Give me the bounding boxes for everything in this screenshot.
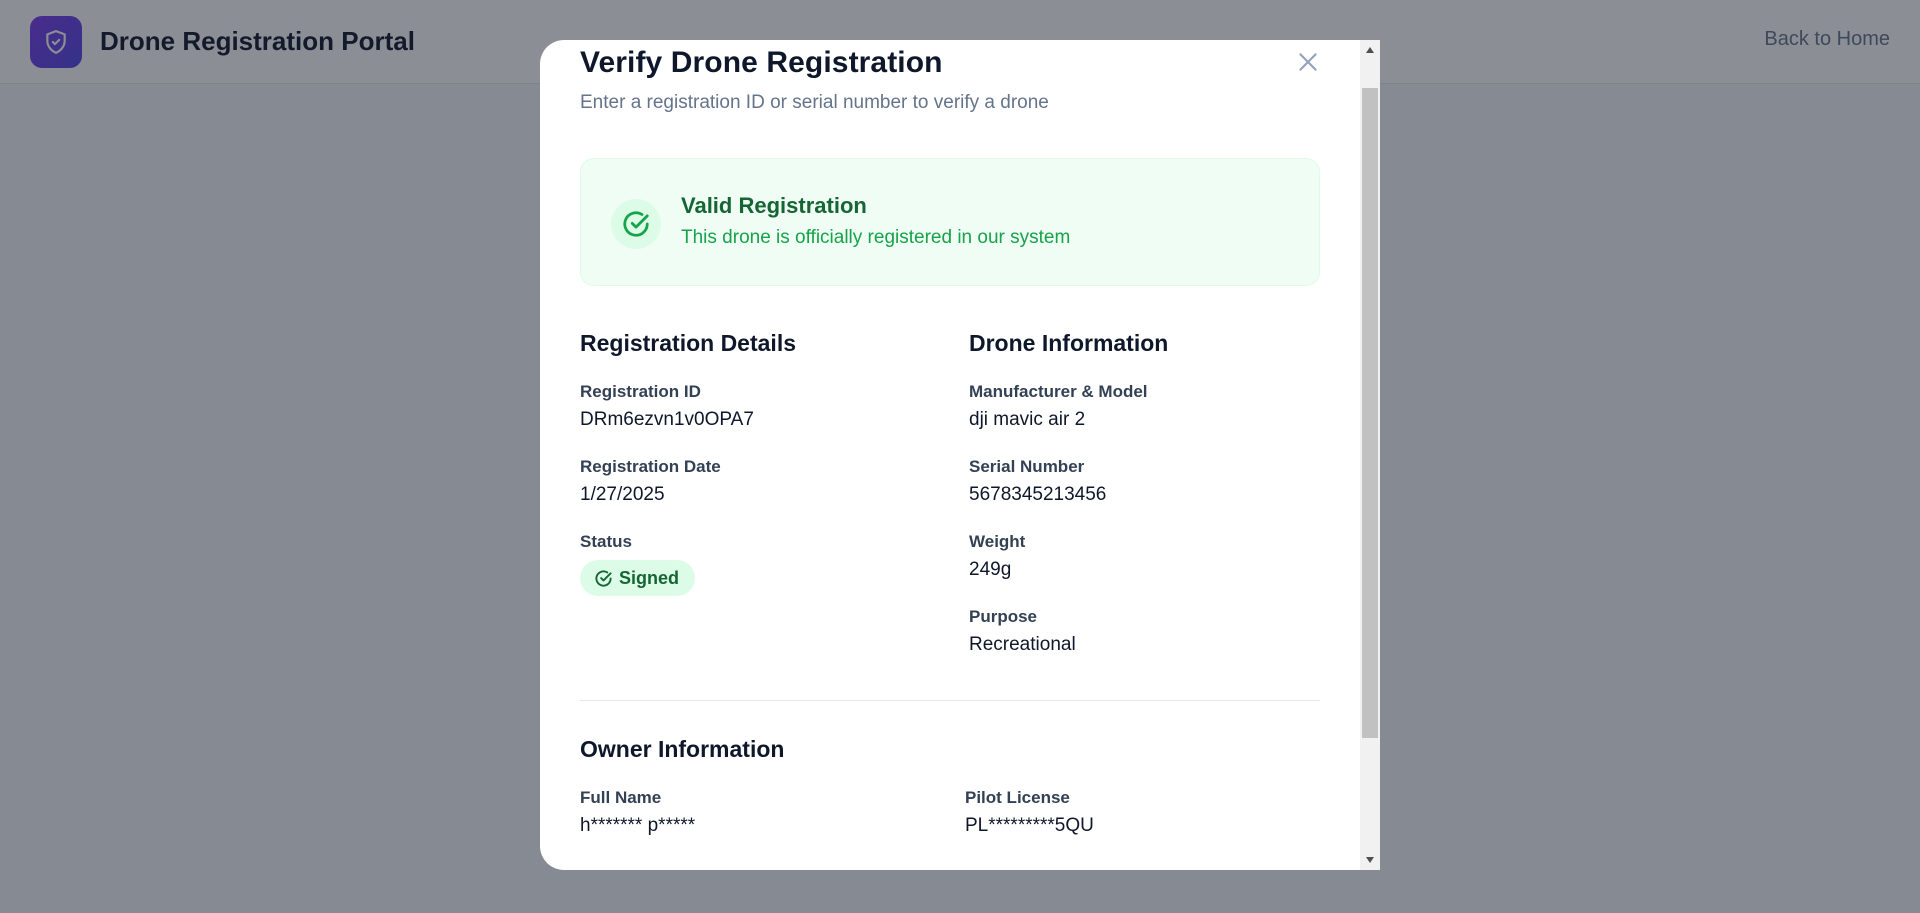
status-label: Status (580, 532, 632, 551)
weight-label: Weight (969, 532, 1026, 551)
purpose-value: Recreational (969, 634, 1076, 655)
check-circle-icon (623, 211, 649, 237)
valid-icon-circle (611, 199, 661, 249)
serial-number-label: Serial Number (969, 457, 1085, 476)
section-divider (580, 700, 1320, 701)
modal-content: Verify Drone Registration Enter a regist… (540, 40, 1360, 870)
model-value: dji mavic air 2 (969, 409, 1086, 430)
full-name-value: h******* p***** (580, 815, 696, 836)
scroll-up-arrow[interactable] (1360, 40, 1380, 60)
purpose-label: Purpose (969, 607, 1038, 626)
registration-date-label: Registration Date (580, 457, 721, 476)
valid-registration-banner: Valid Registration This drone is officia… (580, 158, 1320, 286)
registration-details-title: Registration Details (580, 330, 796, 356)
scroll-thumb[interactable] (1362, 88, 1378, 738)
scroll-down-arrow[interactable] (1360, 850, 1380, 870)
modal-scrollbar[interactable] (1360, 40, 1380, 870)
model-label: Manufacturer & Model (969, 382, 1148, 401)
triangle-up-icon (1366, 47, 1374, 53)
valid-title: Valid Registration (681, 193, 867, 218)
registration-id-value: DRm6ezvn1v0OPA7 (580, 409, 754, 430)
pilot-license-label: Pilot License (965, 788, 1070, 807)
registration-date-value: 1/27/2025 (580, 484, 665, 505)
status-value: Signed (619, 567, 680, 588)
modal-title: Verify Drone Registration (580, 46, 943, 79)
serial-number-value: 5678345213456 (969, 484, 1107, 505)
drone-information-title: Drone Information (969, 330, 1169, 356)
verify-modal: Verify Drone Registration Enter a regist… (540, 40, 1380, 870)
check-circle-icon (595, 569, 612, 587)
modal-subtitle: Enter a registration ID or serial number… (580, 92, 1049, 113)
close-icon (1299, 53, 1317, 71)
triangle-down-icon (1366, 857, 1374, 863)
weight-value: 249g (969, 559, 1012, 580)
owner-information-title: Owner Information (580, 736, 785, 762)
registration-id-label: Registration ID (580, 382, 701, 401)
status-badge: Signed (580, 560, 696, 596)
pilot-license-value: PL*********5QU (965, 815, 1094, 836)
close-button[interactable] (1290, 44, 1326, 80)
full-name-label: Full Name (580, 788, 662, 807)
valid-description: This drone is officially registered in o… (681, 227, 1071, 248)
